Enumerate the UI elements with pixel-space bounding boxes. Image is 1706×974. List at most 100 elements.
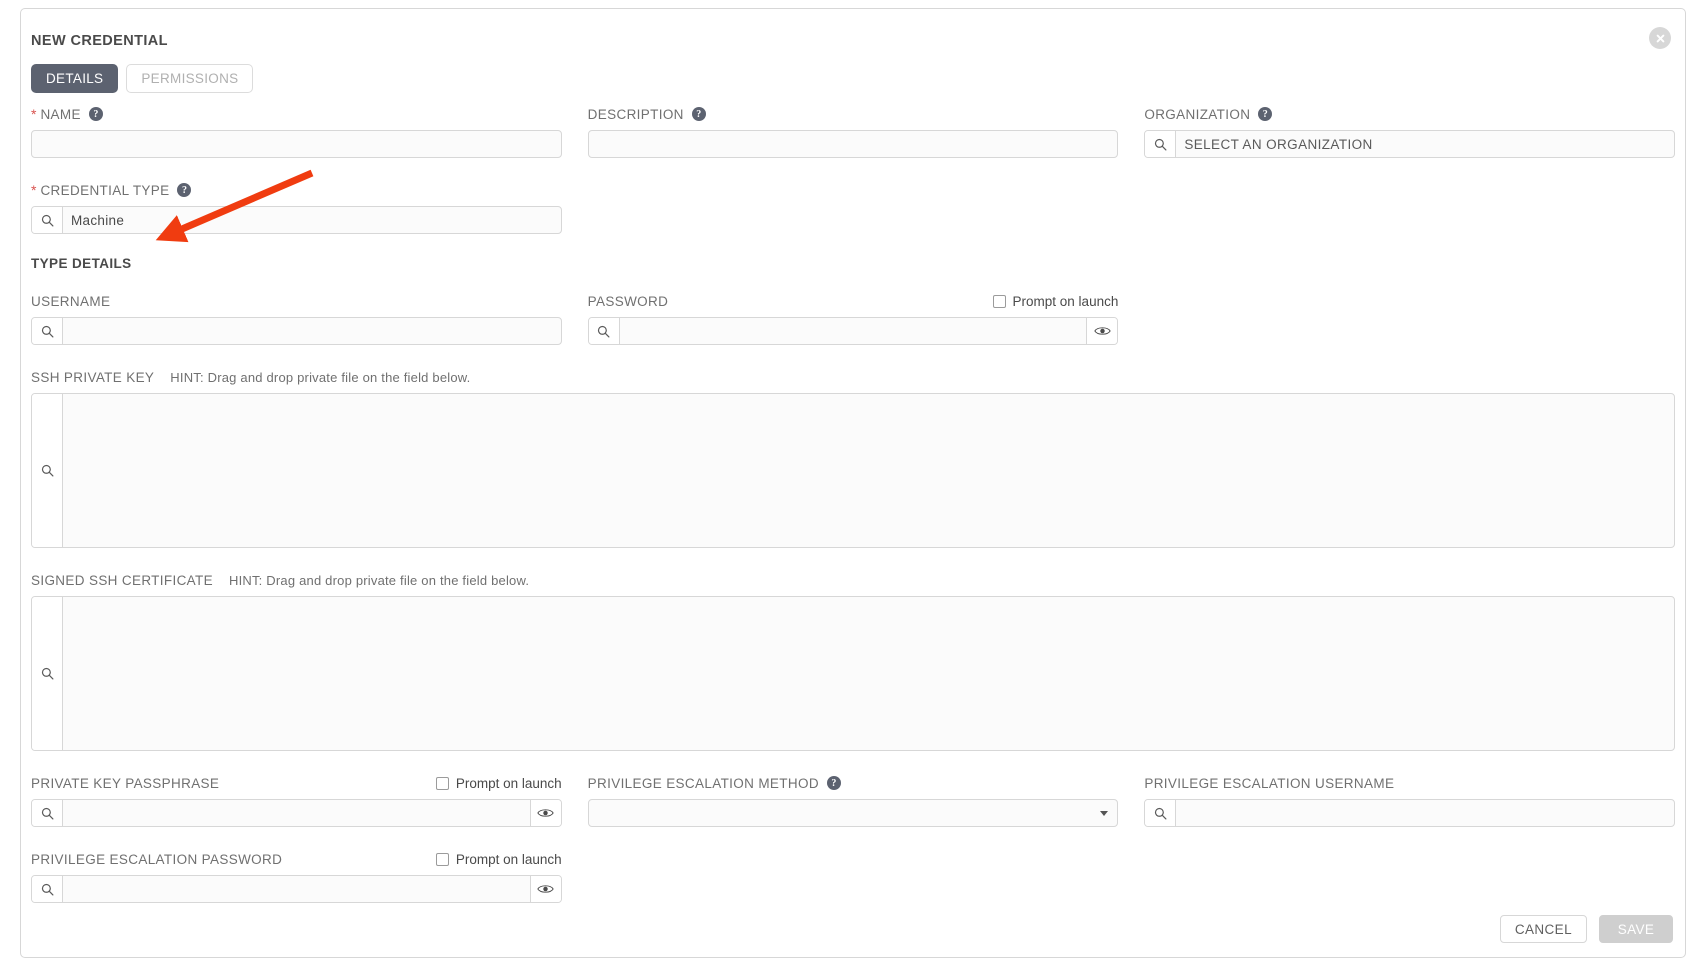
help-icon-organization[interactable]: ? [1258,107,1273,121]
credential-type-field[interactable]: Machine [31,206,562,234]
field-group-organization: ORGANIZATION ? SELECT AN ORGANIZATION [1144,104,1676,158]
privilege-escalation-method-label: PRIVILEGE ESCALATION METHOD [587,775,819,791]
search-icon[interactable] [32,800,63,826]
eye-icon[interactable] [529,876,561,902]
field-group-username: USERNAME [31,291,562,345]
password-prompt-on-launch-checkbox[interactable]: Prompt on launch [992,293,1119,309]
escalation-password-prompt-on-launch-checkbox[interactable]: Prompt on launch [435,851,562,867]
field-group-password: PASSWORD Prompt on launch [587,291,1119,345]
search-icon[interactable] [32,394,63,547]
search-icon[interactable] [32,876,63,902]
field-group-credential-type: * CREDENTIAL TYPE ? Machine [31,180,562,234]
escalation-password-prompt-on-launch-label: Prompt on launch [455,851,562,867]
privilege-escalation-password-field[interactable] [31,875,562,903]
search-icon[interactable] [32,207,63,233]
name-field[interactable] [31,130,562,158]
credential-type-input[interactable]: Machine [63,207,561,233]
eye-icon[interactable] [529,800,561,826]
ssh-private-key-hint: HINT: Drag and drop private file on the … [170,369,471,385]
credential-form: * NAME ? DESCRIPTION ? ORGANIZATION ? SE… [31,104,1676,925]
password-label: PASSWORD [587,293,669,309]
field-group-privilege-escalation-method: PRIVILEGE ESCALATION METHOD ? [587,773,1119,827]
privilege-escalation-password-input[interactable] [63,876,530,902]
signed-ssh-certificate-field[interactable] [31,596,1675,751]
description-label: DESCRIPTION [587,106,684,122]
chevron-down-icon[interactable] [1100,810,1109,816]
organization-input[interactable]: SELECT AN ORGANIZATION [1176,131,1674,157]
form-row-ssh-private-key: SSH PRIVATE KEY HINT: Drag and drop priv… [31,367,1675,548]
password-field[interactable] [587,317,1119,345]
ssh-private-key-label: SSH PRIVATE KEY [31,369,155,385]
description-input[interactable] [589,131,1118,157]
name-label: NAME [40,106,81,122]
save-button: SAVE [1599,915,1673,943]
eye-icon[interactable] [1086,318,1118,344]
spacer-escalation-password-2 [1144,849,1675,903]
field-group-privilege-escalation-password: PRIVILEGE ESCALATION PASSWORD Prompt on … [31,849,562,903]
private-key-passphrase-input[interactable] [63,800,530,826]
credential-type-label: CREDENTIAL TYPE [40,182,170,198]
close-icon[interactable] [1649,27,1671,49]
form-row-escalation: PRIVATE KEY PASSPHRASE Prompt on launch [31,773,1676,827]
ssh-private-key-field[interactable] [31,393,1675,548]
privilege-escalation-password-label: PRIVILEGE ESCALATION PASSWORD [31,851,283,867]
help-icon-privilege-escalation-method[interactable]: ? [826,776,841,790]
field-group-ssh-private-key: SSH PRIVATE KEY HINT: Drag and drop priv… [31,367,1675,548]
field-group-name: * NAME ? [31,104,562,158]
signed-ssh-certificate-hint: HINT: Drag and drop private file on the … [228,572,530,588]
username-input[interactable] [63,318,561,344]
tab-permissions[interactable]: PERMISSIONS [126,64,254,93]
passphrase-prompt-on-launch-checkbox[interactable]: Prompt on launch [435,775,562,791]
private-key-passphrase-label: PRIVATE KEY PASSPHRASE [31,775,220,791]
organization-label: ORGANIZATION [1144,106,1251,122]
form-row-escalation-password: PRIVILEGE ESCALATION PASSWORD Prompt on … [31,849,1675,903]
search-icon[interactable] [588,318,620,344]
description-field[interactable] [587,130,1119,158]
username-label: USERNAME [31,293,111,309]
private-key-passphrase-field[interactable] [31,799,562,827]
required-marker-name: * [31,106,37,122]
password-prompt-on-launch-label: Prompt on launch [1012,293,1119,309]
signed-ssh-certificate-label: SIGNED SSH CERTIFICATE [31,572,213,588]
form-row-signed-ssh-certificate: SIGNED SSH CERTIFICATE HINT: Drag and dr… [31,570,1675,751]
form-row-identity: * NAME ? DESCRIPTION ? ORGANIZATION ? SE… [31,104,1676,158]
form-row-credential-type: * CREDENTIAL TYPE ? Machine [31,180,1675,234]
form-row-credentials: USERNAME PASSWORD Prompt on launch [31,291,1675,345]
search-icon[interactable] [32,318,63,344]
help-icon-description[interactable]: ? [691,107,706,121]
field-group-private-key-passphrase: PRIVATE KEY PASSPHRASE Prompt on launch [31,773,562,827]
field-group-signed-ssh-certificate: SIGNED SSH CERTIFICATE HINT: Drag and dr… [31,570,1675,751]
password-input[interactable] [620,318,1087,344]
ssh-private-key-textarea[interactable] [63,394,1674,547]
required-marker-credential-type: * [31,182,37,198]
privilege-escalation-username-field[interactable] [1144,799,1676,827]
panel-tabs: DETAILS PERMISSIONS [31,64,254,93]
checkbox-box[interactable] [992,294,1006,308]
type-details-heading: TYPE DETAILS [31,256,132,271]
search-icon[interactable] [32,597,63,750]
passphrase-prompt-on-launch-label: Prompt on launch [455,775,562,791]
username-field[interactable] [31,317,562,345]
spacer-credential-type-2 [1144,180,1675,234]
checkbox-box[interactable] [435,852,449,866]
search-icon[interactable] [1145,131,1177,157]
cancel-button[interactable]: CANCEL [1499,915,1587,943]
form-actions: CANCEL SAVE [1499,915,1673,943]
help-icon-name[interactable]: ? [88,107,103,121]
spacer-escalation-password-1 [588,849,1119,903]
field-group-description: DESCRIPTION ? [587,104,1119,158]
signed-ssh-certificate-textarea[interactable] [63,597,1674,750]
page-title: NEW CREDENTIAL [31,33,168,49]
privilege-escalation-method-select[interactable] [587,799,1119,827]
checkbox-box[interactable] [435,776,449,790]
privilege-escalation-username-input[interactable] [1176,800,1674,826]
organization-field[interactable]: SELECT AN ORGANIZATION [1144,130,1676,158]
privilege-escalation-username-label: PRIVILEGE ESCALATION USERNAME [1144,775,1395,791]
help-icon-credential-type[interactable]: ? [177,183,192,197]
spacer-credentials [1144,291,1675,345]
search-icon[interactable] [1145,800,1177,826]
name-input[interactable] [32,131,561,157]
spacer-credential-type-1 [588,180,1119,234]
new-credential-panel: NEW CREDENTIAL DETAILS PERMISSIONS * NAM… [20,8,1686,958]
tab-details[interactable]: DETAILS [31,64,119,93]
